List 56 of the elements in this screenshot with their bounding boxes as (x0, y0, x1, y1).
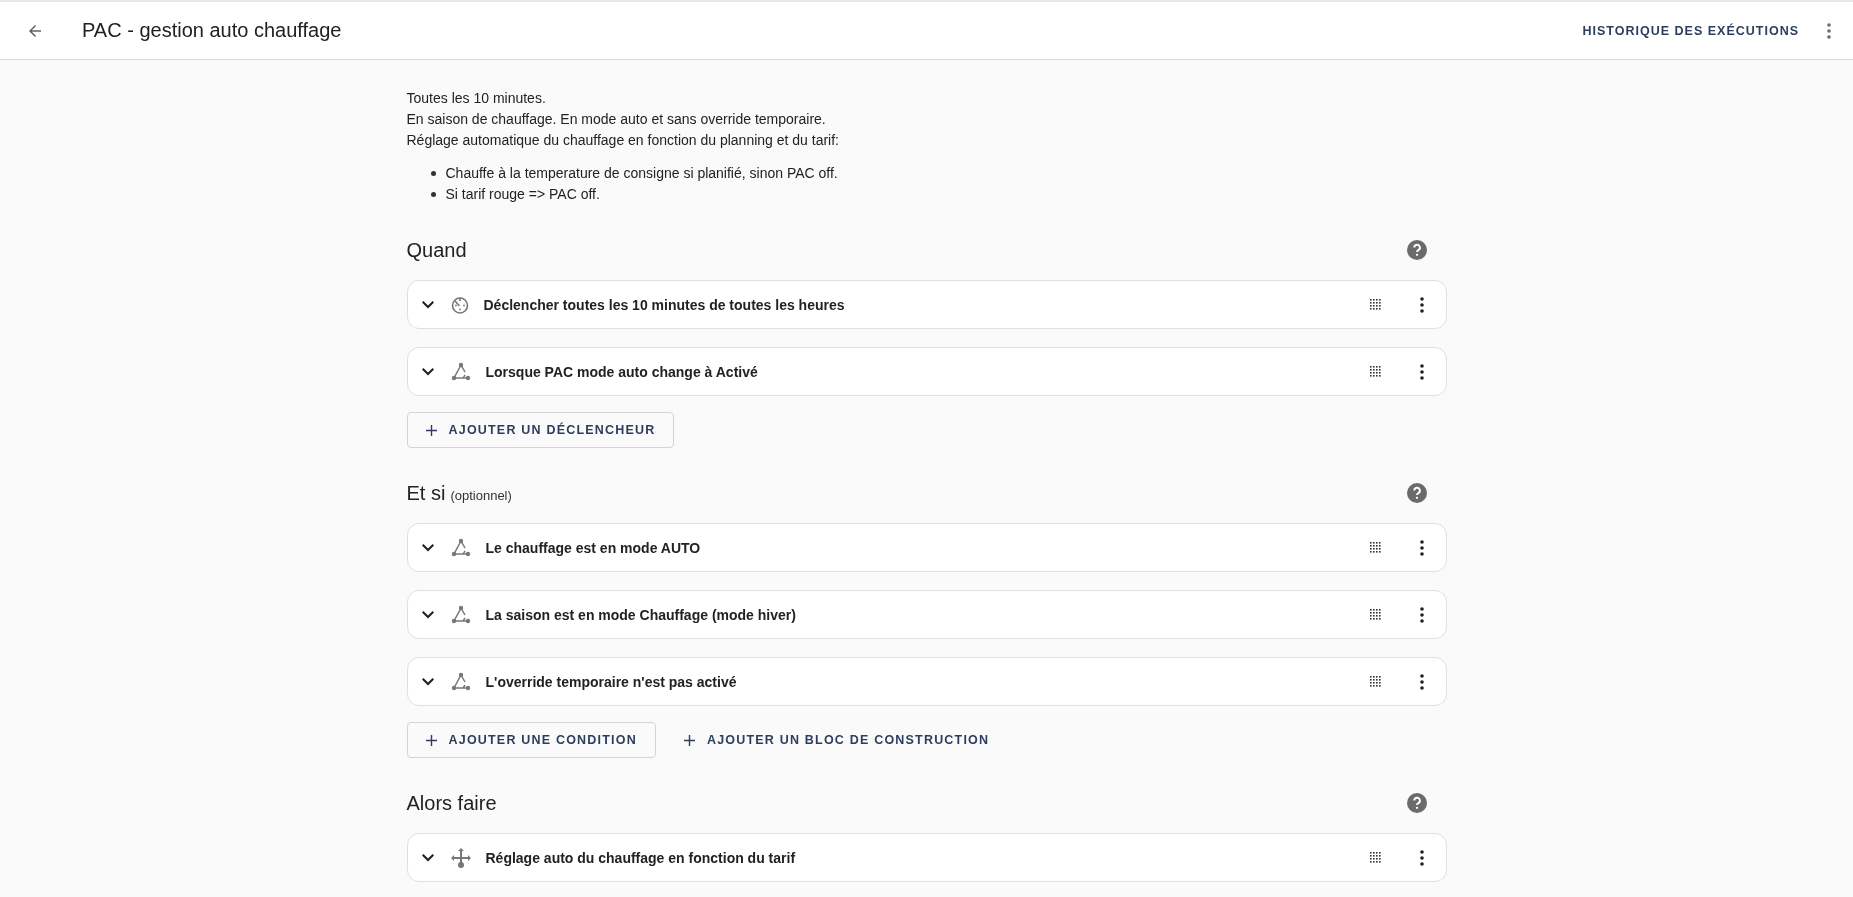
description-bullet: Chauffe à la temperature de consigne si planifié, sinon PAC off. (430, 163, 1447, 184)
add-button[interactable]: AJOUTER UN BLOC DE CONSTRUCTION (665, 722, 1008, 758)
automation-row-card[interactable]: Déclencher toutes les 10 minutes de toutes les heures (406, 280, 1447, 329)
description-text: En saison de chauffage. En mode auto et sans override temporaire. (406, 110, 827, 129)
more-menu-icon[interactable] (1419, 539, 1424, 556)
description-bullet: Si tarif rouge => PAC off. (430, 184, 1447, 205)
chevron-down-icon[interactable] (421, 300, 434, 309)
plus-icon (425, 734, 437, 746)
add-button[interactable]: AJOUTER UNE CONDITION (406, 722, 656, 758)
chevron-down-icon[interactable] (421, 367, 434, 376)
node-graph-icon (449, 537, 472, 558)
row-label: Le chauffage est en mode AUTO (485, 539, 701, 556)
drag-handle-icon[interactable] (1369, 299, 1381, 310)
drag-handle-icon[interactable] (1369, 676, 1381, 687)
automation-row-card[interactable]: L'override temporaire n'est pas activé (406, 657, 1447, 706)
row-label: L'override temporaire n'est pas activé (485, 673, 737, 690)
automation-row-card[interactable]: Réglage auto du chauffage en fonction du tarif (406, 833, 1447, 882)
node-graph-icon (449, 604, 472, 625)
run-history-button[interactable]: HISTORIQUE DES EXÉCUTIONS (1578, 17, 1803, 44)
help-icon[interactable] (1406, 483, 1427, 503)
automation-row-card[interactable]: Le chauffage est en mode AUTO (406, 523, 1447, 572)
more-menu-icon[interactable] (1419, 673, 1424, 690)
section-title: Quand (406, 238, 467, 262)
section-title: Et si (406, 481, 446, 505)
node-graph-icon (449, 361, 472, 382)
description-text: Toutes les 10 minutes. (406, 89, 547, 108)
chevron-down-icon[interactable] (421, 543, 434, 552)
help-icon[interactable] (1406, 240, 1427, 260)
drag-handle-icon[interactable] (1369, 852, 1381, 863)
section-title: Alors faire (406, 791, 497, 815)
drag-handle-icon[interactable] (1369, 366, 1381, 377)
drag-handle-icon[interactable] (1369, 609, 1381, 620)
more-menu-icon[interactable] (1419, 606, 1424, 623)
row-label: Déclencher toutes les 10 minutes de toutes les heures (483, 296, 845, 313)
chevron-down-icon[interactable] (421, 677, 434, 686)
timer-icon (449, 294, 470, 315)
row-label: La saison est en mode Chauffage (mode hiver) (485, 606, 796, 623)
help-icon[interactable] (1406, 793, 1427, 813)
plus-icon (425, 424, 437, 436)
page-title: PAC - gestion auto chauffage (82, 19, 342, 42)
row-label: Réglage auto du chauffage en fonction du tarif (485, 849, 796, 866)
chevron-down-icon[interactable] (421, 853, 434, 862)
plus-icon (683, 734, 695, 746)
row-label: Lorsque PAC mode auto change à Activé (485, 363, 758, 380)
more-menu-icon[interactable] (1419, 849, 1424, 866)
more-menu-icon[interactable] (1419, 296, 1424, 313)
chevron-down-icon[interactable] (421, 610, 434, 619)
automation-row-card[interactable]: La saison est en mode Chauffage (mode hiver) (406, 590, 1447, 639)
add-button[interactable]: AJOUTER UN DÉCLENCHEUR (406, 412, 675, 448)
arrows-icon (449, 846, 472, 869)
node-graph-icon (449, 671, 472, 692)
more-menu-icon[interactable] (1419, 363, 1424, 380)
drag-handle-icon[interactable] (1369, 542, 1381, 553)
automation-row-card[interactable]: Lorsque PAC mode auto change à Activé (406, 347, 1447, 396)
section-subtitle: (optionnel) (450, 487, 512, 503)
description-text: Réglage automatique du chauffage en fonction du planning et du tarif: (406, 131, 840, 150)
